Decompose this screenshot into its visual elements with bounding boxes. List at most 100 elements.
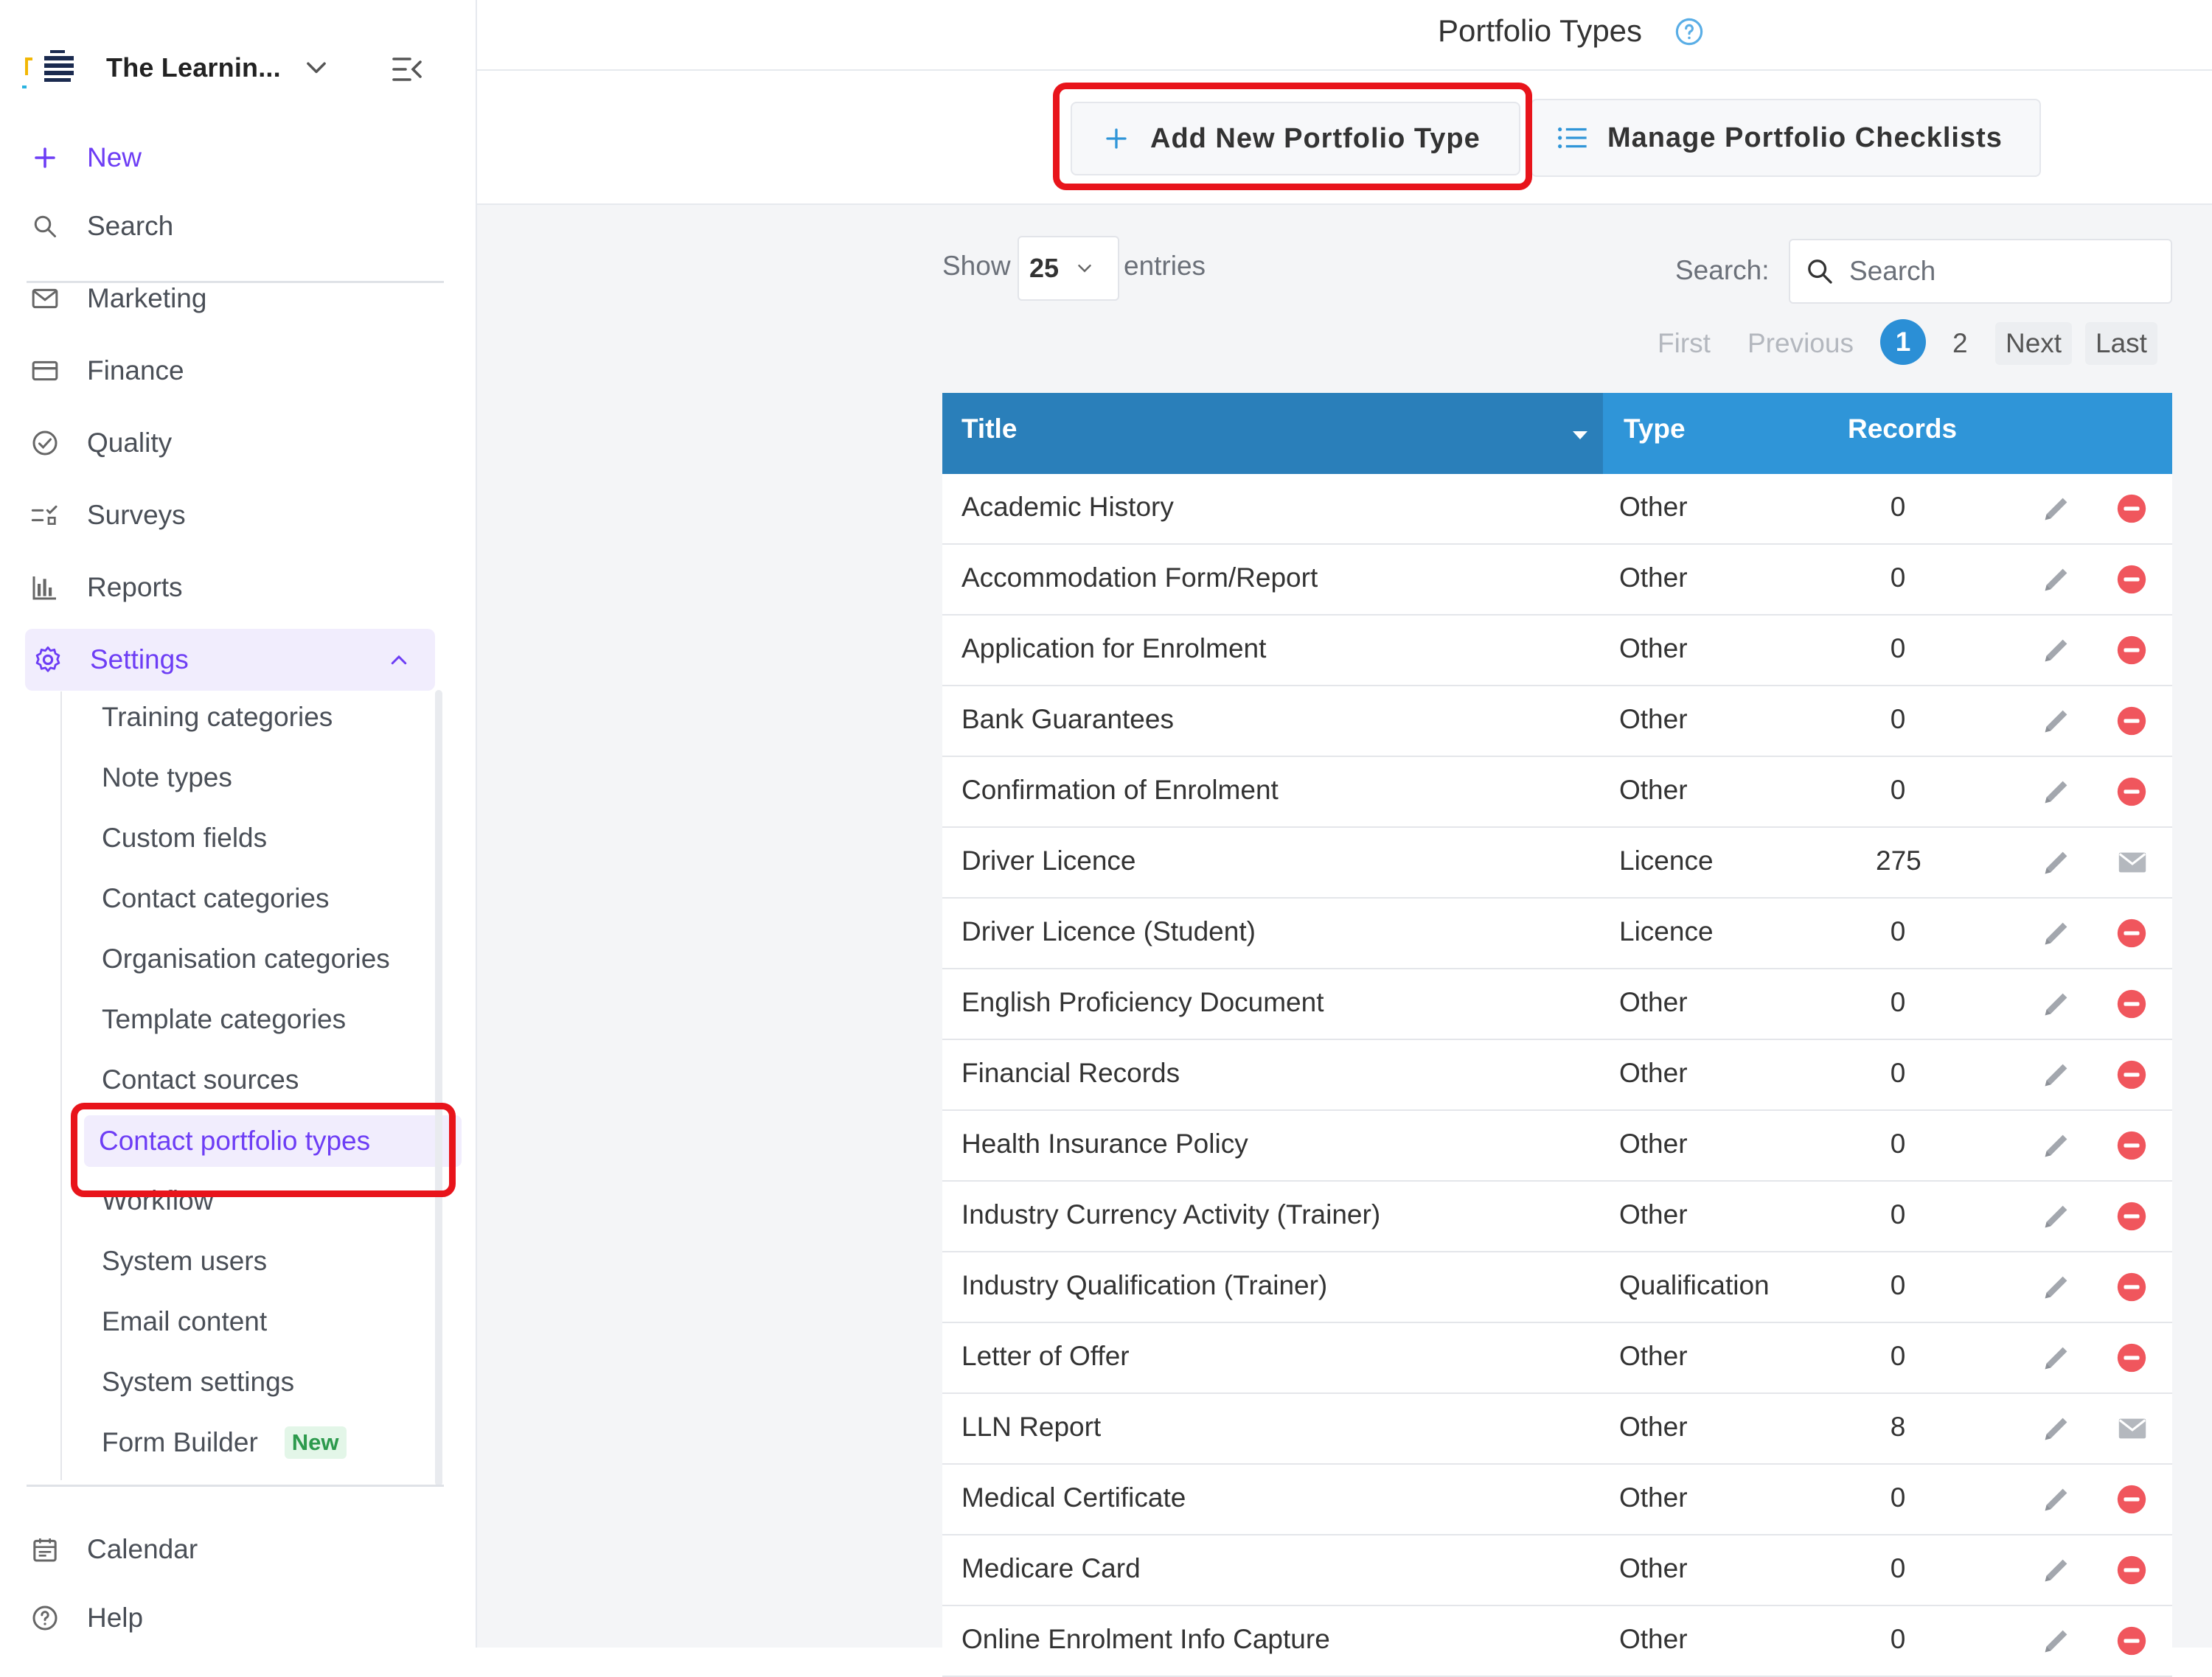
table-row[interactable]: Driver Licence (Student) Licence 0 [942, 899, 2172, 969]
pagination-page-2[interactable]: 2 [1952, 321, 1968, 366]
submenu-scrollbar[interactable] [435, 690, 442, 1486]
delete-icon[interactable] [2115, 1199, 2149, 1233]
nav-calendar[interactable]: Calendar [27, 1519, 437, 1580]
table-row[interactable]: Confirmation of Enrolment Other 0 [942, 757, 2172, 828]
submenu-template-categories[interactable]: Template categories [102, 994, 346, 1045]
edit-pencil-icon[interactable] [2039, 1624, 2073, 1658]
table-row[interactable]: Industry Currency Activity (Trainer) Othe… [942, 1182, 2172, 1252]
collapse-sidebar-icon[interactable] [389, 52, 425, 87]
table-row[interactable]: Application for Enrolment Other 0 [942, 616, 2172, 686]
table-row[interactable]: Medicare Card Other 0 [942, 1535, 2172, 1606]
submenu-custom-fields[interactable]: Custom fields [102, 812, 267, 864]
delete-icon[interactable] [2115, 1129, 2149, 1162]
delete-icon[interactable] [2115, 492, 2149, 526]
table-row[interactable]: English Proficiency Document Other 0 [942, 969, 2172, 1040]
delete-icon[interactable] [2115, 1482, 2149, 1516]
nav-marketing[interactable]: Marketing [27, 268, 437, 330]
delete-icon[interactable] [2115, 1058, 2149, 1092]
pagination-first[interactable]: First [1658, 321, 1711, 366]
table-row[interactable]: Industry Qualification (Trainer) Qualific… [942, 1252, 2172, 1323]
nav-reports[interactable]: Reports [27, 557, 437, 618]
th-title-sorted[interactable] [942, 393, 1603, 474]
delete-icon[interactable] [2115, 775, 2149, 809]
submenu-form-builder[interactable]: Form Builder New [102, 1417, 347, 1468]
nav-surveys[interactable]: Surveys [27, 484, 437, 546]
submenu-contact-categories[interactable]: Contact categories [102, 873, 330, 924]
edit-pencil-icon[interactable] [2039, 1199, 2073, 1233]
pagination-page-1[interactable]: 1 [1880, 319, 1926, 365]
table-row[interactable]: Online Enrolment Info Capture Other 0 [942, 1606, 2172, 1677]
search-input[interactable] [1848, 255, 2146, 287]
delete-icon[interactable] [2115, 704, 2149, 738]
chevron-down-icon[interactable] [302, 53, 330, 81]
table-row[interactable]: Financial Records Other 0 [942, 1040, 2172, 1111]
edit-pencil-icon[interactable] [2039, 704, 2073, 738]
edit-pencil-icon[interactable] [2039, 492, 2073, 526]
submenu-system-settings[interactable]: System settings [102, 1356, 294, 1408]
delete-icon[interactable] [2115, 987, 2149, 1021]
envelope-icon[interactable] [2115, 1412, 2150, 1446]
th-type[interactable]: Type [1624, 414, 1686, 444]
delete-icon[interactable] [2115, 633, 2149, 667]
cell-records: 0 [1890, 916, 1906, 946]
edit-pencil-icon[interactable] [2039, 1058, 2073, 1092]
cell-type: Other [1619, 987, 1688, 1017]
cell-title: Medicare Card [961, 1553, 1141, 1583]
table-row[interactable]: Letter of Offer Other 0 [942, 1323, 2172, 1394]
table-row[interactable]: Health Insurance Policy Other 0 [942, 1111, 2172, 1182]
edit-pencil-icon[interactable] [2039, 846, 2073, 879]
table-row[interactable]: Accommodation Form/Report Other 0 [942, 545, 2172, 616]
nav-new[interactable]: New [27, 127, 437, 189]
table-row[interactable]: Medical Certificate Other 0 [942, 1465, 2172, 1535]
edit-pencil-icon[interactable] [2039, 1553, 2073, 1587]
th-title[interactable]: Title [961, 414, 1017, 444]
nav-help[interactable]: Help [27, 1587, 437, 1649]
table-row[interactable]: Academic History Other 0 [942, 474, 2172, 545]
envelope-icon[interactable] [2115, 846, 2150, 879]
nav-settings[interactable]: Settings [25, 629, 435, 691]
pagination-last[interactable]: Last [2085, 321, 2157, 366]
table-row[interactable]: Driver Licence Licence 275 [942, 828, 2172, 899]
cell-title: Medical Certificate [961, 1482, 1186, 1513]
edit-pencil-icon[interactable] [2039, 562, 2073, 596]
submenu-system-users[interactable]: System users [102, 1235, 267, 1287]
submenu-email-content[interactable]: Email content [102, 1296, 267, 1347]
submenu-label: Note types [102, 762, 232, 792]
edit-pencil-icon[interactable] [2039, 1412, 2073, 1446]
delete-icon[interactable] [2115, 1341, 2149, 1375]
brand-switcher[interactable]: The Learnin... [22, 46, 281, 90]
edit-pencil-icon[interactable] [2039, 1482, 2073, 1516]
edit-pencil-icon[interactable] [2039, 1129, 2073, 1162]
help-circle-icon[interactable] [1674, 16, 1705, 47]
nav-finance[interactable]: Finance [27, 340, 437, 402]
edit-pencil-icon[interactable] [2039, 1270, 2073, 1304]
edit-pencil-icon[interactable] [2039, 987, 2073, 1021]
edit-pencil-icon[interactable] [2039, 775, 2073, 809]
search-field[interactable] [1789, 239, 2172, 304]
delete-icon[interactable] [2115, 1624, 2149, 1658]
edit-pencil-icon[interactable] [2039, 633, 2073, 667]
submenu-training-categories[interactable]: Training categories [102, 691, 333, 743]
submenu-contact-sources[interactable]: Contact sources [102, 1054, 299, 1106]
page-size-select[interactable]: 25 [1018, 236, 1119, 301]
th-records[interactable]: Records [1848, 414, 1957, 444]
cell-type: Other [1619, 492, 1688, 522]
pagination-previous[interactable]: Previous [1747, 321, 1854, 366]
edit-pencil-icon[interactable] [2039, 1341, 2073, 1375]
chevron-up-icon[interactable] [388, 649, 410, 672]
submenu-note-types[interactable]: Note types [102, 752, 232, 803]
delete-icon[interactable] [2115, 1553, 2149, 1587]
submenu-organisation-categories[interactable]: Organisation categories [102, 933, 390, 985]
nav-search[interactable]: Search [27, 195, 437, 257]
delete-icon[interactable] [2115, 916, 2149, 950]
edit-pencil-icon[interactable] [2039, 916, 2073, 950]
sort-desc-icon [1571, 428, 1590, 442]
pagination-next[interactable]: Next [1995, 321, 2073, 366]
table-row[interactable]: Bank Guarantees Other 0 [942, 686, 2172, 757]
nav-quality[interactable]: Quality [27, 412, 437, 474]
delete-icon[interactable] [2115, 1270, 2149, 1304]
table-row[interactable]: LLN Report Other 8 [942, 1394, 2172, 1465]
delete-icon[interactable] [2115, 562, 2149, 596]
manage-checklists-button[interactable]: Manage Portfolio Checklists [1531, 99, 2041, 177]
page-header [477, 0, 2212, 71]
